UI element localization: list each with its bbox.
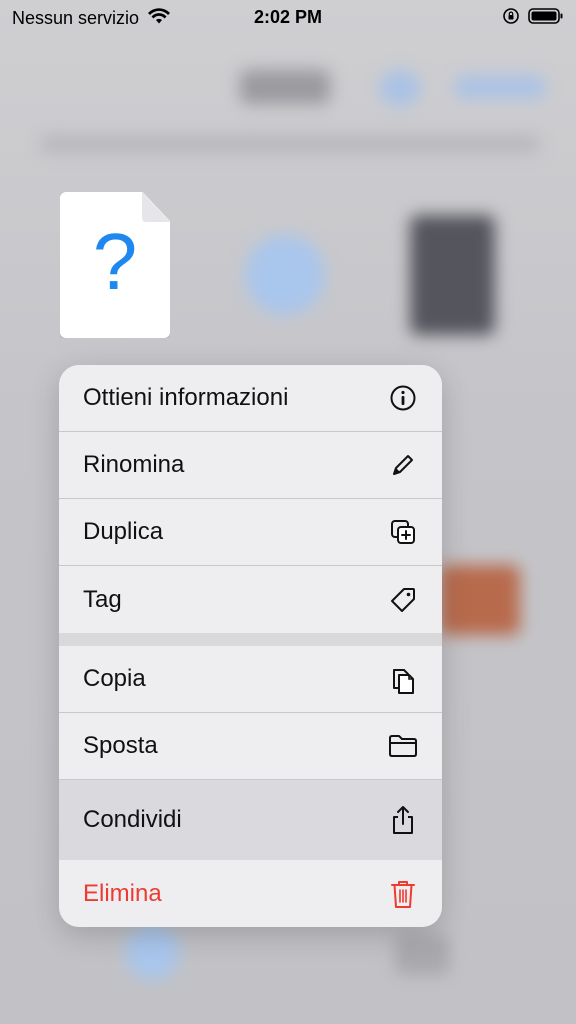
folder-icon — [388, 731, 418, 761]
menu-item-delete[interactable]: Elimina — [59, 860, 442, 927]
blurred-button — [380, 70, 420, 106]
battery-icon — [528, 7, 564, 30]
blurred-folder — [245, 235, 325, 315]
menu-item-label: Copia — [83, 665, 146, 692]
menu-item-label: Rinomina — [83, 451, 185, 478]
status-left: Nessun servizio — [12, 7, 171, 30]
copy-icon — [388, 664, 418, 694]
menu-item-label: Ottieni informazioni — [83, 384, 289, 411]
tag-icon — [388, 585, 418, 615]
menu-item-copy[interactable]: Copia — [59, 646, 442, 713]
menu-section-divider — [59, 633, 442, 646]
blurred-button — [455, 76, 545, 98]
menu-item-share[interactable]: Condividi — [59, 780, 442, 860]
menu-item-label: Duplica — [83, 518, 164, 545]
duplicate-icon — [388, 517, 418, 547]
info-icon — [388, 383, 418, 413]
share-icon — [388, 805, 418, 835]
menu-item-duplicate[interactable]: Duplica — [59, 499, 442, 566]
blurred-tab-icon — [395, 935, 450, 975]
blurred-tab-icon — [125, 925, 180, 980]
blurred-photo — [410, 215, 495, 335]
orientation-lock-icon — [502, 7, 520, 30]
context-menu: Ottieni informazioni Rinomina Duplica Ta… — [59, 365, 442, 927]
menu-item-get-info[interactable]: Ottieni informazioni — [59, 365, 442, 432]
status-bar: Nessun servizio — [0, 0, 576, 36]
blurred-title — [240, 70, 330, 104]
menu-item-label: Tag — [83, 585, 122, 613]
trash-icon — [388, 879, 418, 909]
menu-item-label: Elimina — [83, 879, 162, 907]
menu-item-rename[interactable]: Rinomina — [59, 432, 442, 499]
blurred-photo — [440, 565, 520, 635]
menu-item-label: Condividi — [83, 806, 182, 833]
wifi-icon — [147, 7, 171, 30]
blurred-bar — [40, 135, 540, 153]
menu-item-label: Sposta — [83, 732, 158, 759]
pencil-icon — [388, 450, 418, 480]
menu-item-tag[interactable]: Tag — [59, 566, 442, 633]
menu-item-move[interactable]: Sposta — [59, 713, 442, 780]
status-right — [502, 7, 564, 30]
file-fold-corner — [142, 192, 170, 222]
unknown-file-icon: ? — [92, 217, 138, 306]
carrier-label: Nessun servizio — [12, 7, 140, 28]
